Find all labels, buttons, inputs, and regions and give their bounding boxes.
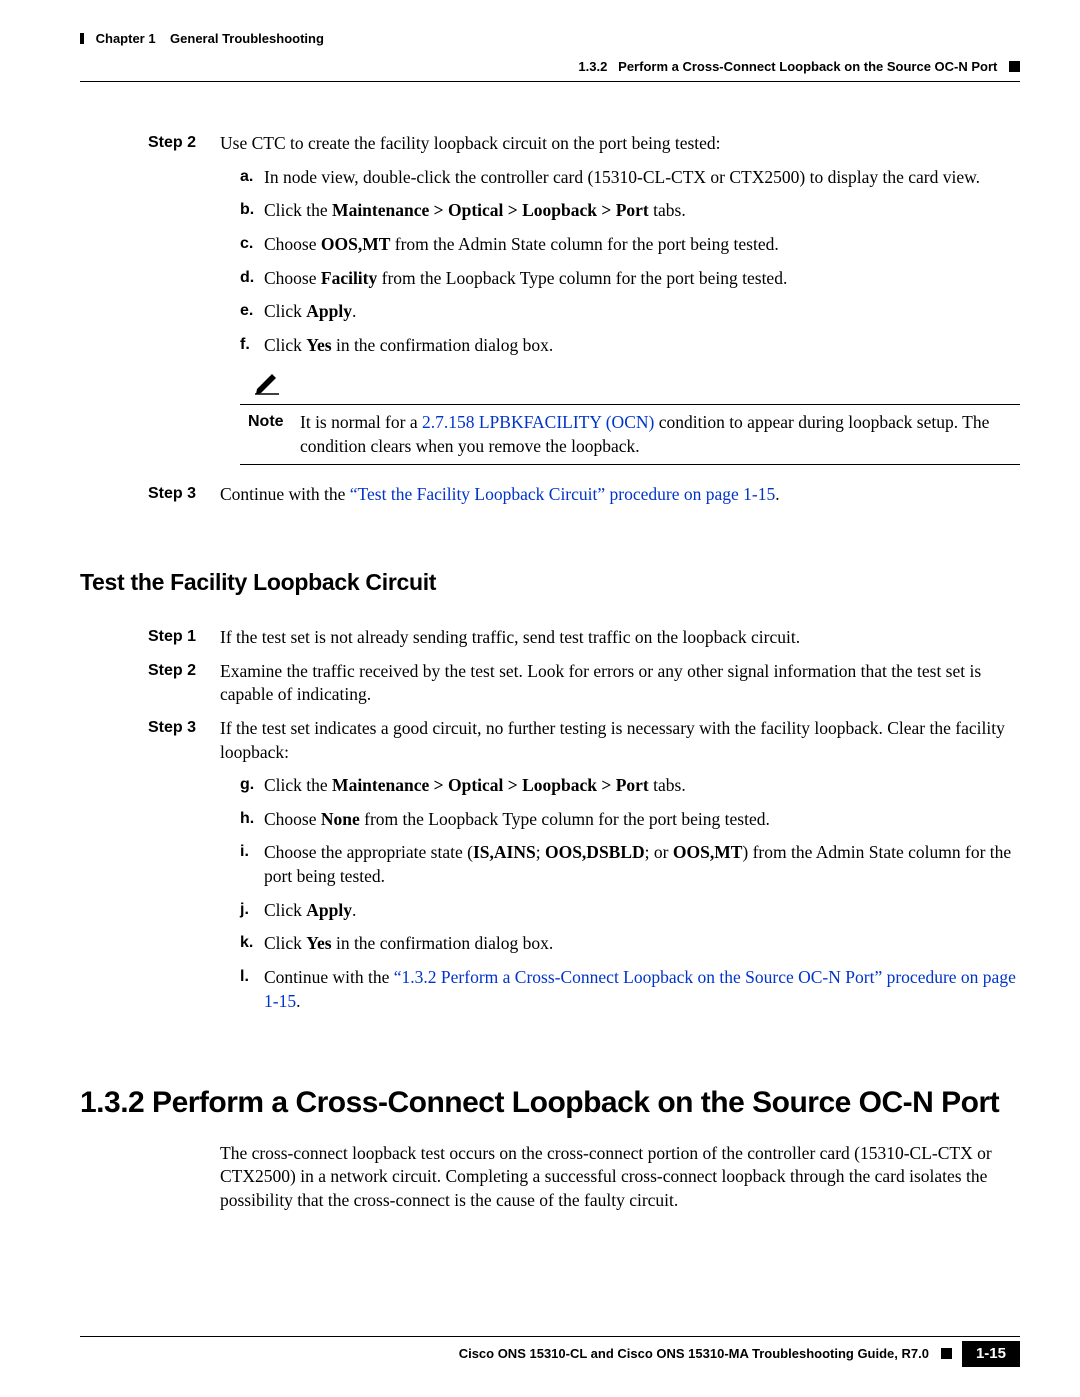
- sub-item: j.Click Apply.: [240, 899, 1020, 923]
- body-paragraph: The cross-connect loopback test occurs o…: [220, 1142, 1010, 1213]
- chapter-number: Chapter 1: [96, 31, 156, 46]
- footer-title: Cisco ONS 15310-CL and Cisco ONS 15310-M…: [80, 1345, 941, 1363]
- step-row: Step 3 If the test set indicates a good …: [80, 717, 1020, 764]
- step-text: If the test set is not already sending t…: [220, 626, 1020, 650]
- note-block: Note It is normal for a 2.7.158 LPBKFACI…: [240, 369, 1020, 465]
- note-label: Note: [240, 411, 300, 458]
- step-label: Step 2: [80, 660, 220, 707]
- chapter-title: General Troubleshooting: [170, 31, 324, 46]
- footer-square-icon: [941, 1348, 952, 1359]
- step-row: Step 1 If the test set is not already se…: [80, 626, 1020, 650]
- header-rule: [80, 81, 1020, 82]
- section-number: 1.3.2: [578, 59, 607, 74]
- sub-item: a.In node view, double-click the control…: [240, 166, 1020, 190]
- step-label: Step 2: [80, 132, 220, 156]
- sub-item: d.Choose Facility from the Loopback Type…: [240, 267, 1020, 291]
- step-label: Step 3: [80, 717, 220, 764]
- header-square-icon: [1009, 61, 1020, 72]
- sub-item: g.Click the Maintenance > Optical > Loop…: [240, 774, 1020, 798]
- step-link[interactable]: “Test the Facility Loopback Circuit” pro…: [350, 484, 775, 504]
- sub-list: g.Click the Maintenance > Optical > Loop…: [240, 774, 1020, 1013]
- section-title: Perform a Cross-Connect Loopback on the …: [618, 59, 997, 74]
- step-text: Continue with the “Test the Facility Loo…: [220, 483, 1020, 507]
- step-label: Step 3: [80, 483, 220, 507]
- page-footer: Cisco ONS 15310-CL and Cisco ONS 15310-M…: [80, 1336, 1020, 1367]
- note-link[interactable]: 2.7.158 LPBKFACILITY (OCN): [422, 412, 654, 432]
- header-bar-icon: [80, 33, 84, 44]
- sub-item: l.Continue with the “1.3.2 Perform a Cro…: [240, 966, 1020, 1013]
- step-text: Examine the traffic received by the test…: [220, 660, 1020, 707]
- step-row: Step 3 Continue with the “Test the Facil…: [80, 483, 1020, 507]
- step-label: Step 1: [80, 626, 220, 650]
- step-row: Step 2 Examine the traffic received by t…: [80, 660, 1020, 707]
- page-number: 1-15: [962, 1341, 1020, 1367]
- step-text: If the test set indicates a good circuit…: [220, 717, 1020, 764]
- sub-list: a.In node view, double-click the control…: [240, 166, 1020, 358]
- sub-item: b.Click the Maintenance > Optical > Loop…: [240, 199, 1020, 223]
- page-header-left: Chapter 1 General Troubleshooting: [80, 30, 1020, 48]
- sub-item: c.Choose OOS,MT from the Admin State col…: [240, 233, 1020, 257]
- sub-item: k.Click Yes in the confirmation dialog b…: [240, 932, 1020, 956]
- pencil-icon: [252, 369, 282, 395]
- sub-item: f.Click Yes in the confirmation dialog b…: [240, 334, 1020, 358]
- sub-item: e.Click Apply.: [240, 300, 1020, 324]
- page-header-right: 1.3.2 Perform a Cross-Connect Loopback o…: [80, 58, 1020, 76]
- step-row: Step 2 Use CTC to create the facility lo…: [80, 132, 1020, 156]
- note-text: It is normal for a 2.7.158 LPBKFACILITY …: [300, 411, 1020, 458]
- sub-item: i.Choose the appropriate state (IS,AINS;…: [240, 841, 1020, 888]
- step-text: Use CTC to create the facility loopback …: [220, 132, 1020, 156]
- section-heading: Test the Facility Loopback Circuit: [80, 567, 1020, 598]
- main-heading: 1.3.2 Perform a Cross-Connect Loopback o…: [80, 1083, 1020, 1124]
- sub-item: h.Choose None from the Loopback Type col…: [240, 808, 1020, 832]
